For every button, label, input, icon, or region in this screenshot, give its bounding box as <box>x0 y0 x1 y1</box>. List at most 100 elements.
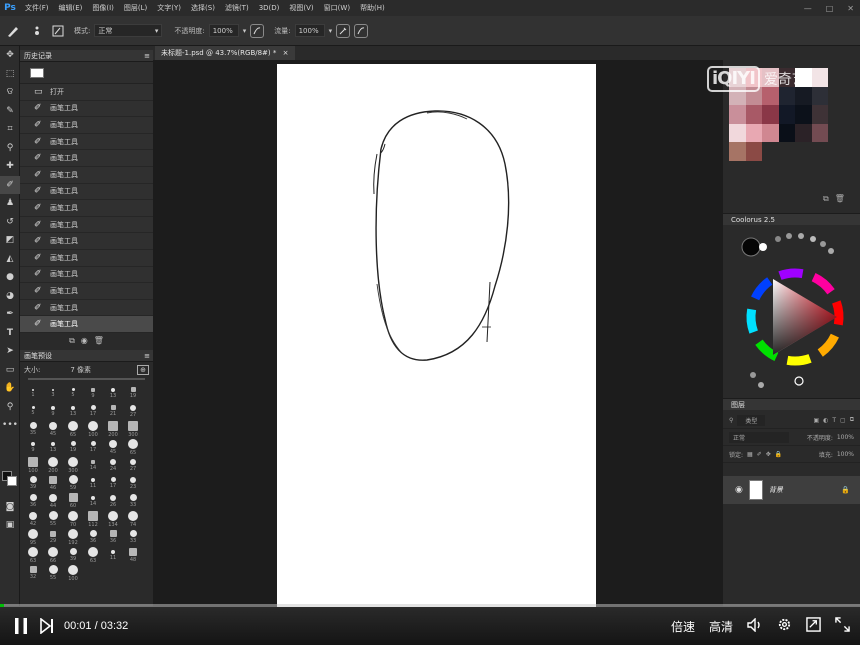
history-item[interactable]: ✐ 画笔工具 <box>20 133 153 151</box>
brush-preset[interactable]: 11 <box>84 474 102 492</box>
color-swatch[interactable] <box>762 105 779 124</box>
brush-preset[interactable]: 9 <box>24 438 42 456</box>
layer-filter-select[interactable]: 类型 <box>737 414 766 426</box>
hand-tool-icon[interactable]: ✋ <box>0 379 20 398</box>
history-item[interactable]: ✐ 画笔工具 <box>20 316 153 333</box>
brush-size-slider[interactable] <box>28 378 145 380</box>
background-color-swatch[interactable] <box>7 476 17 486</box>
brush-preset[interactable]: 48 <box>124 546 142 564</box>
brush-preset[interactable]: 100 <box>84 420 102 438</box>
chevron-down-icon[interactable]: ▾ <box>243 27 247 35</box>
settings-gear-icon[interactable] <box>777 617 792 635</box>
healing-brush-tool-icon[interactable]: ✚ <box>0 157 20 176</box>
menu-item-7[interactable]: 3D(D) <box>254 0 285 16</box>
eyedropper-tool-icon[interactable]: ⚲ <box>0 139 20 158</box>
history-item[interactable]: ✐ 画笔工具 <box>20 100 153 118</box>
brush-preset[interactable]: 100 <box>24 456 42 474</box>
brush-preset[interactable]: 66 <box>44 546 62 564</box>
pen-tool-icon[interactable]: ✒ <box>0 305 20 324</box>
marquee-tool-icon[interactable]: ⬚ <box>0 65 20 84</box>
color-swatch[interactable] <box>811 86 828 105</box>
brush-preset[interactable]: 95 <box>24 528 42 546</box>
brush-preset[interactable]: 17 <box>84 402 102 420</box>
filter-adjust-icon[interactable]: ◐ <box>823 417 828 424</box>
menu-item-8[interactable]: 视图(V) <box>284 0 318 16</box>
color-swatch[interactable] <box>811 123 828 142</box>
airbrush-icon[interactable] <box>336 23 351 38</box>
color-swatch[interactable] <box>729 105 746 124</box>
quick-mask-icon[interactable]: ◙ <box>0 498 20 517</box>
brush-preset[interactable]: 24 <box>104 456 122 474</box>
camera-snapshot-icon[interactable]: ◉ <box>81 336 88 345</box>
brush-preset[interactable]: 13 <box>64 402 82 420</box>
menu-item-2[interactable]: 图像(I) <box>87 0 119 16</box>
color-swatch[interactable] <box>729 123 746 142</box>
layer-opacity-value[interactable]: 100% <box>837 434 854 441</box>
brush-preset[interactable]: 23 <box>124 474 142 492</box>
volume-icon[interactable] <box>747 616 763 635</box>
color-wheel[interactable] <box>723 225 860 400</box>
lock-position-icon[interactable]: ✥ <box>766 451 771 458</box>
brush-preset[interactable]: 100 <box>64 564 82 582</box>
filter-type-icon[interactable]: T <box>832 417 836 424</box>
history-item[interactable]: ✐ 画笔工具 <box>20 200 153 217</box>
color-swatch[interactable] <box>778 123 795 142</box>
picture-in-picture-icon[interactable] <box>806 617 821 635</box>
color-swatch[interactable] <box>745 105 762 124</box>
brush-preset[interactable]: 26 <box>104 492 122 510</box>
color-swatch[interactable] <box>778 105 795 124</box>
brush-preset[interactable]: 13 <box>44 438 62 456</box>
brush-preset[interactable]: 55 <box>44 564 62 582</box>
brush-preset[interactable]: 9 <box>44 402 62 420</box>
brush-preset[interactable]: 74 <box>124 510 142 528</box>
brush-preset[interactable]: 112 <box>84 510 102 528</box>
lock-paint-icon[interactable]: ✐ <box>757 451 762 458</box>
pressure-size-icon[interactable] <box>354 23 369 38</box>
brush-preset[interactable]: 33 <box>124 528 142 546</box>
history-item[interactable]: ✐ 画笔工具 <box>20 166 153 184</box>
eraser-tool-icon[interactable]: ◩ <box>0 231 20 250</box>
brush-preset[interactable]: 45 <box>104 438 122 456</box>
document-tab[interactable]: 未标题-1.psd @ 43.7%(RGB/8#) * × <box>155 46 295 60</box>
history-snapshot[interactable] <box>20 62 153 84</box>
fullscreen-icon[interactable] <box>835 617 850 635</box>
history-item[interactable]: ✐ 画笔工具 <box>20 183 153 201</box>
dodge-tool-icon[interactable]: ◕ <box>0 287 20 306</box>
brush-size-picker-icon[interactable] <box>26 16 48 46</box>
pressure-opacity-icon[interactable] <box>250 23 265 38</box>
brush-preset[interactable]: 9 <box>84 384 102 402</box>
menu-item-9[interactable]: 窗口(W) <box>319 0 355 16</box>
brush-preset[interactable]: 55 <box>44 510 62 528</box>
brush-preset[interactable]: 65 <box>124 438 142 456</box>
brush-preset[interactable]: 65 <box>64 420 82 438</box>
brush-preset[interactable]: 27 <box>124 402 142 420</box>
color-swatch[interactable] <box>745 123 762 142</box>
brush-preset[interactable]: 29 <box>44 528 62 546</box>
playback-speed-button[interactable]: 倍速 <box>671 618 695 635</box>
panel-menu-icon[interactable]: ≡ <box>144 50 150 61</box>
next-episode-button[interactable] <box>40 618 54 634</box>
opacity-input[interactable]: 100% <box>208 24 239 37</box>
brush-preset[interactable]: 14 <box>84 456 102 474</box>
type-tool-icon[interactable]: T <box>0 324 20 343</box>
menu-item-5[interactable]: 选择(S) <box>186 0 220 16</box>
layer-row-background[interactable]: ◉ 背景 🔒 <box>723 476 860 504</box>
zoom-tool-icon[interactable]: ⚲ <box>0 398 20 417</box>
history-item[interactable]: ✐ 画笔工具 <box>20 216 153 234</box>
shape-tool-icon[interactable]: ▭ <box>0 361 20 380</box>
brush-preset[interactable]: 70 <box>64 510 82 528</box>
color-swatch[interactable] <box>795 105 812 124</box>
history-panel-tab[interactable]: 历史记录 ≡ <box>20 50 153 62</box>
brush-preset[interactable]: 63 <box>24 546 42 564</box>
new-swatch-icon[interactable]: ⧉ <box>823 194 829 204</box>
history-item-open[interactable]: ▭ 打开 <box>20 84 153 101</box>
flow-input[interactable]: 100% <box>294 24 325 37</box>
brush-preset[interactable]: 17 <box>84 438 102 456</box>
brush-preset[interactable]: 5 <box>64 384 82 402</box>
color-swatch[interactable] <box>811 105 828 124</box>
brush-preset[interactable]: 33 <box>124 492 142 510</box>
history-item[interactable]: ✐ 画笔工具 <box>20 299 153 317</box>
brush-preset[interactable]: 59 <box>64 474 82 492</box>
brush-preset[interactable]: 32 <box>24 564 42 582</box>
menu-item-0[interactable]: 文件(F) <box>20 0 54 16</box>
